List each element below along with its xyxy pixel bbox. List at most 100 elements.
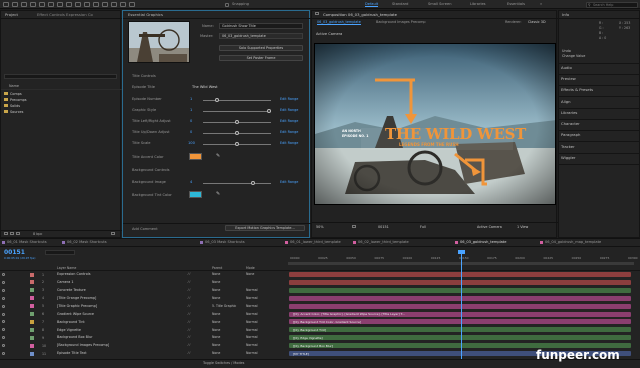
background-image-slider[interactable] bbox=[203, 182, 271, 184]
label-color-swatch[interactable] bbox=[30, 327, 34, 332]
set-poster-frame-button[interactable]: Set Poster Frame bbox=[219, 55, 303, 61]
workspace-small-screen[interactable]: Small Screen bbox=[428, 2, 451, 6]
layer-switches[interactable]: ⁄ ⁄ bbox=[188, 351, 190, 355]
parent-dropdown[interactable]: 5. Title Graphic bbox=[212, 304, 236, 308]
panel-tracker[interactable]: Tracker bbox=[561, 144, 575, 149]
timeline-tab[interactable]: 06_01 Mask Shortcuts bbox=[2, 240, 47, 244]
brush-tool-icon[interactable] bbox=[93, 2, 99, 7]
eye-icon[interactable] bbox=[2, 336, 5, 340]
parent-dropdown[interactable]: None bbox=[212, 296, 220, 300]
panel-preview[interactable]: Preview bbox=[561, 76, 576, 81]
panel-character[interactable]: Character bbox=[561, 121, 580, 126]
mode-dropdown[interactable]: Normal bbox=[246, 312, 258, 316]
mode-dropdown[interactable]: Normal bbox=[246, 320, 258, 324]
zoom-dropdown[interactable]: 50% bbox=[316, 225, 324, 229]
parent-dropdown[interactable]: None bbox=[212, 328, 220, 332]
mask-tool-icon[interactable] bbox=[66, 2, 72, 7]
layer-name[interactable]: Camera 1 bbox=[57, 280, 74, 284]
zoom-tool-icon[interactable] bbox=[30, 2, 36, 7]
layer-duration-bar[interactable] bbox=[289, 295, 631, 301]
roto-tool-icon[interactable] bbox=[120, 2, 126, 7]
tab-essential-graphics[interactable]: Essential Graphics bbox=[128, 12, 163, 17]
graphic-style-slider[interactable] bbox=[203, 110, 271, 112]
timeline-timecode[interactable]: 00151 bbox=[4, 249, 25, 256]
layer-name[interactable]: [Background Images Precomp] bbox=[57, 343, 109, 347]
panel-wiggler[interactable]: Wiggler bbox=[561, 155, 576, 160]
label-color-swatch[interactable] bbox=[30, 280, 34, 285]
export-mogrt-button[interactable]: Export Motion Graphics Template... bbox=[225, 225, 305, 231]
comp-timecode[interactable]: 00151 bbox=[378, 225, 389, 229]
timeline-tab[interactable]: 06_02_lower_third_template bbox=[353, 240, 409, 244]
clone-tool-icon[interactable] bbox=[102, 2, 108, 7]
pan-tool-icon[interactable] bbox=[57, 2, 63, 7]
selection-tool-icon[interactable] bbox=[12, 2, 18, 7]
list-item[interactable]: Solids bbox=[4, 103, 20, 108]
layer-duration-bar[interactable]: [[0], Background Tint Color, Gradient So… bbox=[289, 319, 631, 325]
tab-project[interactable]: Project bbox=[5, 12, 18, 17]
title-scale-value[interactable]: 100 bbox=[188, 141, 195, 145]
slider-knob[interactable] bbox=[214, 97, 219, 102]
layer-name[interactable]: [Title Graphic Precomp] bbox=[57, 304, 97, 308]
label-color-swatch[interactable] bbox=[30, 319, 34, 324]
lock-icon[interactable] bbox=[315, 12, 319, 15]
layer-row[interactable]: 10 [Background Images Precomp] ⁄ ⁄ None Norm… bbox=[0, 343, 286, 348]
layer-switches[interactable]: ⁄ ⁄ bbox=[188, 296, 190, 300]
timeline-tab[interactable]: 06_04_goldrush_map_template bbox=[540, 240, 601, 244]
layer-switches[interactable]: ⁄ ⁄ bbox=[188, 335, 190, 339]
views-dropdown[interactable]: 1 View bbox=[517, 225, 528, 229]
timeline-tab[interactable]: 06_02 Mask Shortcuts bbox=[62, 240, 107, 244]
episode-number-value[interactable]: 1 bbox=[190, 97, 192, 101]
episode-title-field[interactable]: The Wild West bbox=[192, 85, 218, 89]
mode-dropdown[interactable]: Normal bbox=[246, 288, 258, 292]
timeline-tab[interactable]: 06_01_lower_third_template bbox=[285, 240, 341, 244]
master-dropdown[interactable]: 06_03_goldrush_template bbox=[219, 33, 303, 39]
layer-name[interactable]: Edge Vignette bbox=[57, 328, 81, 332]
layer-duration-bar[interactable] bbox=[289, 287, 631, 293]
tint-color-swatch[interactable] bbox=[189, 191, 202, 198]
layer-name[interactable]: [Title Orange Precomp] bbox=[57, 296, 96, 300]
mode-dropdown[interactable]: None bbox=[246, 272, 254, 276]
hand-tool-icon[interactable] bbox=[21, 2, 27, 7]
layer-duration-bar[interactable]: [[0], Edge Vignette] bbox=[289, 335, 631, 341]
title-lr-value[interactable]: 0 bbox=[190, 119, 192, 123]
comp-frame[interactable]: AN NORTH EPISODE NO. 1 THE WILD WEST LEG… bbox=[314, 43, 556, 205]
slider-knob[interactable] bbox=[250, 180, 255, 185]
layer-switches[interactable]: ⁄ ⁄ bbox=[188, 328, 190, 332]
layer-name[interactable]: Background Box Blur bbox=[57, 335, 93, 339]
panel-libraries[interactable]: Libraries bbox=[561, 110, 577, 115]
mode-dropdown[interactable]: Normal bbox=[246, 351, 258, 355]
layer-row[interactable]: 7 Background Tint ⁄ ⁄ None Normal bbox=[0, 319, 286, 324]
solo-supported-properties-button[interactable]: Solo Supported Properties bbox=[219, 45, 303, 51]
camera-tool-icon[interactable] bbox=[48, 2, 54, 7]
parent-dropdown[interactable]: None bbox=[212, 343, 220, 347]
parent-dropdown[interactable]: None bbox=[212, 280, 220, 284]
parent-dropdown[interactable]: None bbox=[212, 288, 220, 292]
project-search-input[interactable] bbox=[4, 74, 117, 79]
panel-audio[interactable]: Audio bbox=[561, 65, 572, 70]
title-ud-value[interactable]: 0 bbox=[190, 130, 192, 134]
tab-composition[interactable]: Composition 06_03_goldrush_template bbox=[323, 12, 397, 17]
camera-dropdown[interactable]: Active Camera bbox=[477, 225, 502, 229]
panel-effects-presets[interactable]: Effects & Presets bbox=[561, 87, 593, 92]
layer-name[interactable]: Episode Title Text bbox=[57, 351, 87, 355]
layer-switches[interactable]: ⁄ ⁄ bbox=[188, 304, 190, 308]
timeline-tab[interactable]: 06_03_goldrush_template bbox=[455, 240, 506, 244]
puppet-tool-icon[interactable] bbox=[129, 2, 135, 7]
layer-row[interactable]: 9 Background Box Blur ⁄ ⁄ None Normal bbox=[0, 335, 286, 340]
workspace-more-button[interactable]: » bbox=[540, 2, 542, 6]
eye-icon[interactable] bbox=[2, 352, 5, 355]
slider-knob[interactable] bbox=[266, 108, 271, 113]
workspace-essentials[interactable]: Essentials bbox=[507, 2, 525, 6]
label-color-swatch[interactable] bbox=[30, 335, 34, 340]
layer-name[interactable]: Concrete Texture bbox=[57, 288, 86, 292]
workspace-libraries[interactable]: Libraries bbox=[470, 2, 486, 6]
layer-name[interactable]: Expression Controls bbox=[57, 272, 91, 276]
timeline-search-input[interactable] bbox=[45, 250, 75, 255]
layer-switches[interactable]: ⁄ ⁄ bbox=[188, 320, 190, 324]
layer-row[interactable]: 1 Expression Controls ⁄ ⁄ None None bbox=[0, 272, 286, 277]
eye-icon[interactable] bbox=[2, 296, 5, 300]
search-help-input[interactable]: ⚲ Search Help bbox=[586, 1, 638, 8]
eye-icon[interactable] bbox=[2, 344, 5, 348]
rotate-tool-icon[interactable] bbox=[39, 2, 45, 7]
label-color-swatch[interactable] bbox=[30, 343, 34, 348]
